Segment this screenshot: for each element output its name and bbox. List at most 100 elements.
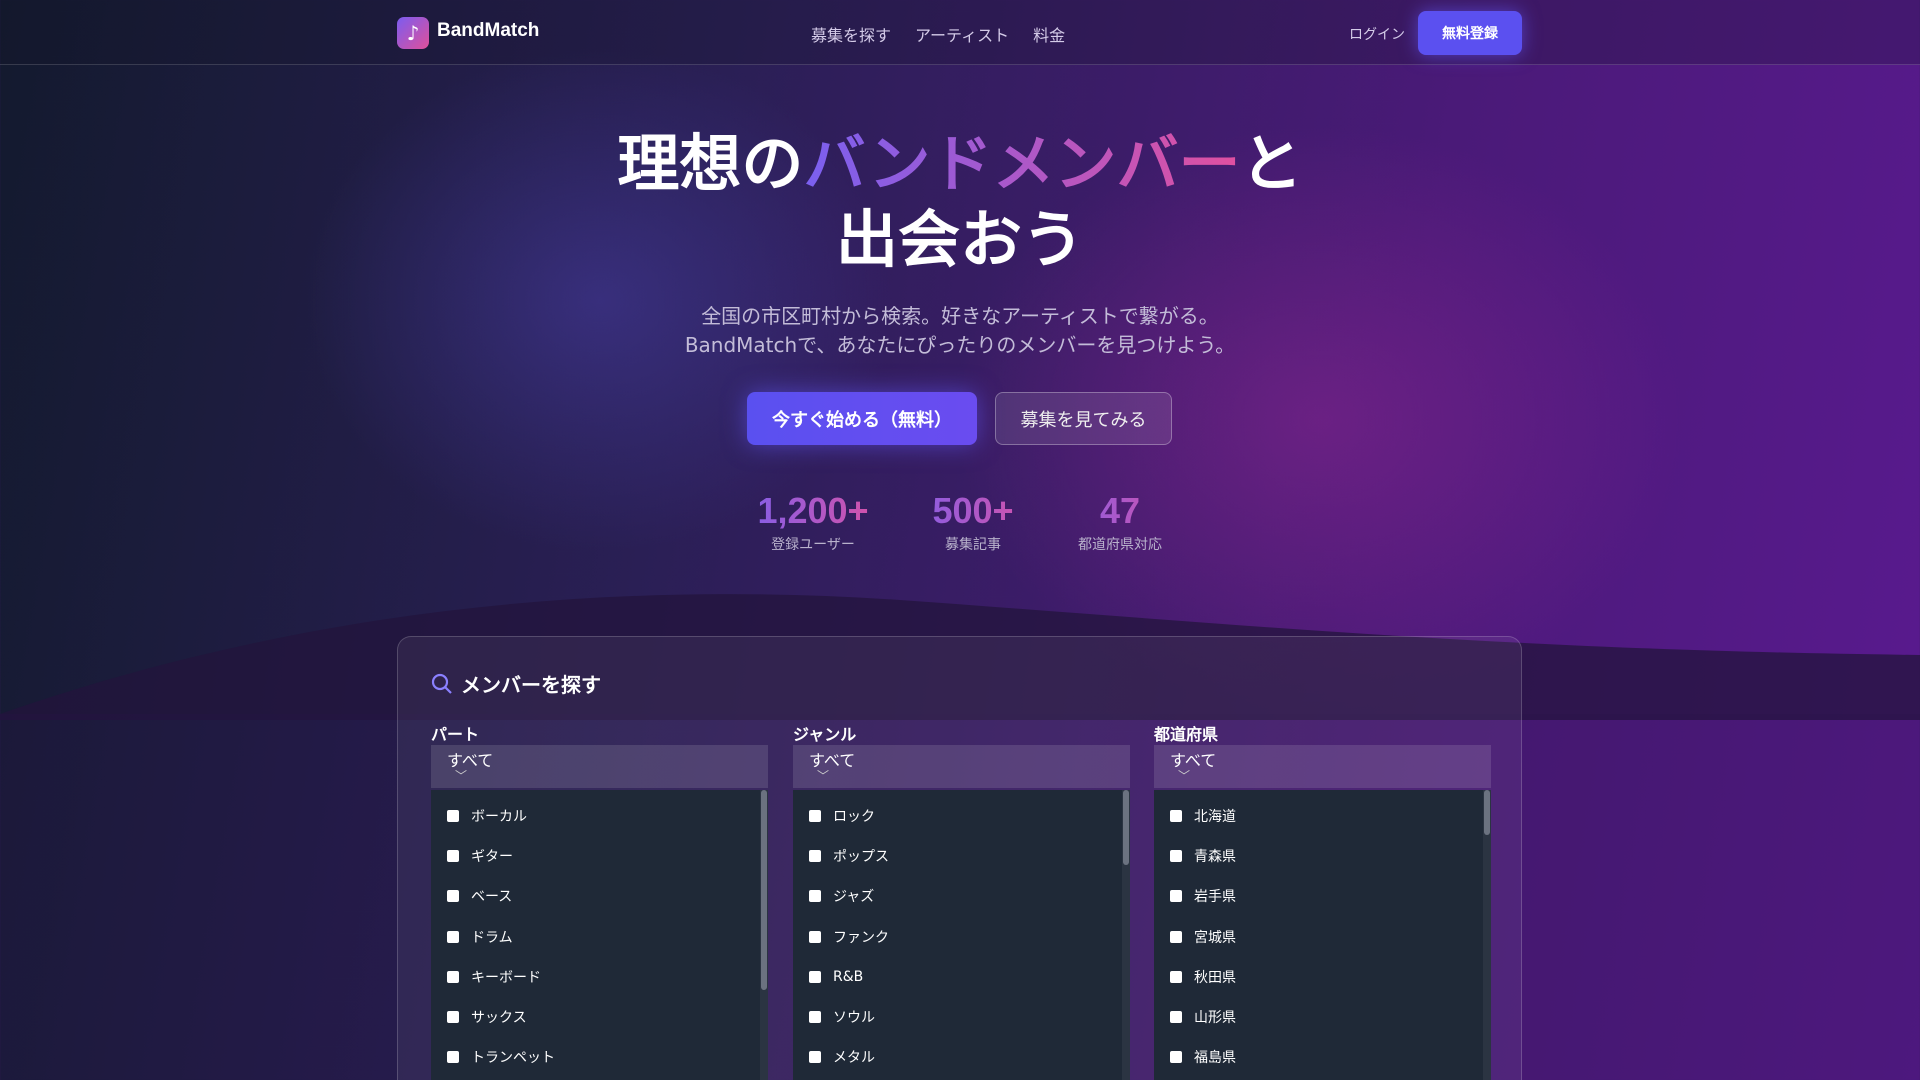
checkbox[interactable] [447, 810, 459, 823]
option-item[interactable]: 山形県 [1154, 997, 1491, 1037]
brand-name[interactable]: BandMatch [437, 20, 539, 42]
option-item[interactable]: サックス [431, 997, 768, 1037]
stat-label: 都道府県対応 [1078, 537, 1162, 553]
option-item[interactable]: キーボード [431, 957, 768, 997]
checkbox[interactable] [809, 970, 821, 983]
option-item[interactable]: ドラム [431, 917, 768, 957]
nav-link-artists[interactable]: アーティスト [915, 22, 1009, 46]
search-icon [431, 673, 452, 694]
option-item[interactable]: 青森県 [1154, 836, 1491, 876]
nav-link-recruitments[interactable]: 募集を探す [811, 22, 891, 46]
option-label: 山形県 [1194, 1010, 1236, 1027]
option-item[interactable]: 秋田県 [1154, 957, 1491, 997]
checkbox[interactable] [809, 850, 821, 863]
option-item[interactable]: R&B [793, 957, 1130, 997]
option-label: ファンク [833, 929, 889, 946]
checkbox[interactable] [447, 1011, 459, 1024]
stat-prefectures: 47 都道府県対応 [1040, 490, 1200, 554]
chevron-down-icon: ﹀ [455, 769, 468, 783]
filter-label: 都道府県 [1154, 725, 1219, 744]
option-label: キーボード [471, 969, 541, 986]
option-item[interactable]: ボーカル [431, 796, 768, 836]
stat-value: 500+ [893, 490, 1053, 532]
option-label: ボーカル [471, 809, 527, 826]
checkbox[interactable] [1170, 930, 1182, 943]
checkbox[interactable] [809, 930, 821, 943]
checkbox[interactable] [1170, 1051, 1182, 1064]
checkbox[interactable] [1170, 850, 1182, 863]
option-item[interactable]: 宮城県 [1154, 917, 1491, 957]
genre-options: ロックポップスジャズファンク R&B ソウルメタル [793, 790, 1130, 1080]
option-item[interactable]: ロック [793, 796, 1130, 836]
part-options: ボーカルギターベースドラムキーボードサックス トランペット [431, 790, 768, 1080]
subtitle-line: 全国の市区町村から検索。好きなアーティストで繋がる。 [701, 304, 1219, 328]
checkbox[interactable] [1170, 810, 1182, 823]
select-value: すべて [1170, 751, 1217, 770]
option-label: ソウル [833, 1010, 875, 1027]
option-item[interactable]: ソウル [793, 997, 1130, 1037]
prefecture-select[interactable]: すべて ﹀ [1154, 745, 1491, 788]
option-item[interactable]: ジャズ [793, 876, 1130, 916]
option-item[interactable]: メタル [793, 1037, 1130, 1077]
option-item[interactable]: 北海道 [1154, 796, 1491, 836]
checkbox[interactable] [1170, 890, 1182, 903]
option-item[interactable]: ファンク [793, 917, 1130, 957]
option-label: R&B [833, 968, 864, 985]
start-free-button[interactable]: 今すぐ始める（無料） [747, 392, 977, 445]
checkbox[interactable] [447, 850, 459, 863]
scrollbar[interactable] [1122, 790, 1130, 1080]
title-part: と [1240, 127, 1303, 200]
checkbox[interactable] [447, 890, 459, 903]
title-highlight: バンドメンバー [803, 127, 1241, 200]
filter-label: ジャンル [793, 725, 857, 744]
part-select[interactable]: すべて ﹀ [431, 745, 768, 788]
chevron-down-icon: ﹀ [1178, 769, 1191, 783]
option-label: ジャズ [833, 889, 875, 906]
stat-label: 登録ユーザー [771, 537, 855, 553]
option-item[interactable]: 福島県 [1154, 1037, 1491, 1077]
checkbox[interactable] [447, 970, 459, 983]
option-label: メタル [833, 1050, 875, 1067]
filter-part: パート すべて ﹀ ボーカルギターベースドラムキーボードサックス トランペット [431, 721, 768, 1080]
checkbox[interactable] [447, 930, 459, 943]
title-part: 理想の [617, 127, 804, 200]
nav-link-pricing[interactable]: 料金 [1033, 22, 1065, 46]
filter-prefecture: 都道府県 すべて ﹀ 北海道青森県岩手県宮城県秋田県山形県福島県 [1154, 721, 1491, 1080]
chevron-down-icon: ﹀ [817, 769, 830, 783]
scrollbar[interactable] [1483, 790, 1491, 1080]
option-label: ドラム [471, 929, 513, 946]
genre-select[interactable]: すべて ﹀ [793, 745, 1130, 788]
login-link[interactable]: ログイン [1349, 24, 1405, 44]
option-label: 青森県 [1194, 849, 1236, 866]
search-card: メンバーを探す パート すべて ﹀ ボーカル ギター ベース ドラム キーボード サックスト… [397, 636, 1522, 1080]
option-label: ポップス [833, 849, 889, 866]
signup-button[interactable]: 無料登録 [1418, 11, 1522, 55]
hero-title-line2: 出会おう [835, 203, 1084, 276]
search-title: メンバーを探す [461, 673, 601, 697]
checkbox[interactable] [1170, 970, 1182, 983]
music-note-icon[interactable]: ♪ [397, 17, 429, 49]
option-item[interactable]: ポップス [793, 836, 1130, 876]
option-item[interactable]: トランペット [431, 1037, 768, 1077]
checkbox[interactable] [1170, 1011, 1182, 1024]
select-value: すべて [447, 751, 494, 770]
scrollbar[interactable] [760, 790, 768, 1080]
option-item[interactable]: 岩手県 [1154, 876, 1491, 916]
option-item[interactable]: ギター [431, 836, 768, 876]
option-label: ベース [471, 889, 513, 906]
view-recruitments-button[interactable]: 募集を見てみる [995, 392, 1172, 445]
checkbox[interactable] [809, 810, 821, 823]
checkbox[interactable] [809, 890, 821, 903]
option-label: 福島県 [1194, 1050, 1236, 1067]
checkbox[interactable] [809, 1051, 821, 1064]
option-label: 宮城県 [1194, 929, 1236, 946]
option-label: 北海道 [1194, 809, 1236, 826]
hero-title: 理想のバンドメンバーと [0, 126, 1920, 202]
subtitle-line: BandMatchで、あなたにぴったりのメンバーを見つけよう。 [684, 333, 1236, 357]
stat-users: 1,200+ 登録ユーザー [733, 490, 893, 554]
option-item[interactable]: ベース [431, 876, 768, 916]
checkbox[interactable] [809, 1011, 821, 1024]
stat-posts: 500+ 募集記事 [893, 490, 1053, 554]
filter-label: パート [431, 725, 480, 744]
checkbox[interactable] [447, 1051, 459, 1064]
